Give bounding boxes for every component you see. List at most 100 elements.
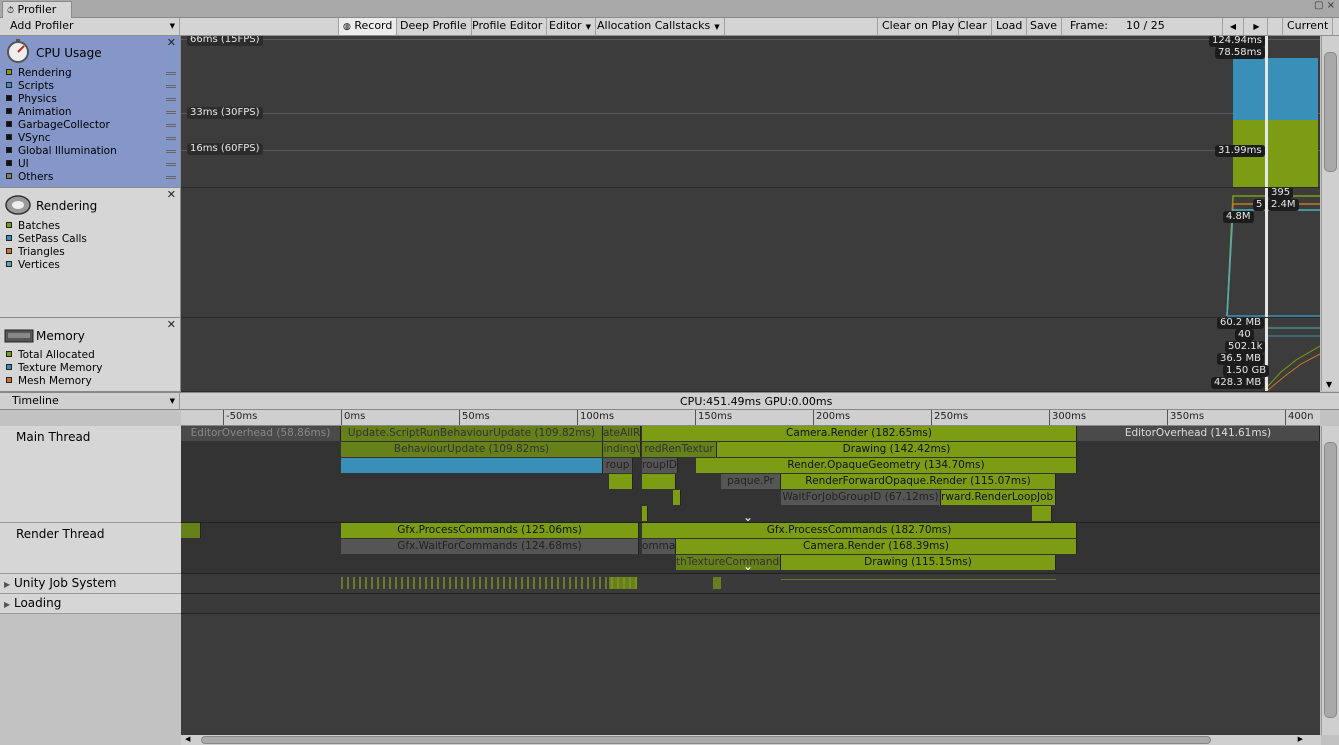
close-icon[interactable]: ✕ xyxy=(167,188,176,201)
loading-timeline[interactable] xyxy=(181,594,1320,614)
drag-handle-icon[interactable] xyxy=(166,98,176,101)
legend-item[interactable]: Others xyxy=(6,171,176,184)
sample-bar[interactable]: roupID xyxy=(642,458,678,473)
prev-frame-button[interactable]: ◀ xyxy=(1222,18,1244,35)
drag-handle-icon[interactable] xyxy=(166,111,176,114)
sample-bar[interactable]: Render.OpaqueGeometry (134.70ms) xyxy=(696,458,1077,473)
scrollbar-thumb[interactable] xyxy=(1324,52,1337,172)
lane-loading[interactable]: ▶ Loading xyxy=(0,594,181,614)
sample-bar[interactable]: RenderForwardOpaque.Render (115.07ms) xyxy=(781,474,1056,489)
sample-bar[interactable]: Camera.Render (168.39ms) xyxy=(676,539,1077,554)
scrollbar-thumb[interactable] xyxy=(1324,442,1337,718)
sample-bar[interactable]: EditorOverhead (141.61ms) xyxy=(1077,426,1320,441)
memory-pane[interactable]: Memory ✕ Total Allocated Texture Memory Me… xyxy=(0,318,181,392)
scrollbar-thumb[interactable] xyxy=(201,736,1211,744)
legend-item[interactable]: Animation xyxy=(6,106,176,119)
load-button[interactable]: Load xyxy=(992,18,1028,35)
legend-item[interactable]: GarbageCollector xyxy=(6,119,176,132)
sample-bar[interactable]: Gfx.WaitForCommands (124.68ms) xyxy=(341,539,639,554)
clear-on-play-button[interactable]: Clear on Play xyxy=(877,18,960,35)
editor-dropdown[interactable]: Editor ▼ xyxy=(545,18,596,35)
save-button[interactable]: Save xyxy=(1026,18,1063,35)
close-icon[interactable]: ✕ xyxy=(167,318,176,331)
memory-graph[interactable]: 60.2 MB 40 502.1k 36.5 MB 1.50 GB 428.3 … xyxy=(181,318,1320,392)
current-frame-button[interactable]: Current xyxy=(1282,18,1334,35)
sample-bar[interactable]: Camera.Render (182.65ms) xyxy=(642,426,1077,441)
legend-item[interactable]: SetPass Calls xyxy=(6,233,176,246)
chevron-down-icon[interactable]: ⌄ xyxy=(743,510,753,522)
legend-item[interactable]: Rendering xyxy=(6,67,176,80)
sample-bar[interactable] xyxy=(673,490,681,505)
lane-main-thread[interactable]: Main Thread xyxy=(0,426,181,523)
sample-bar[interactable]: Drawing (115.15ms) xyxy=(781,555,1056,570)
legend-item[interactable]: Triangles xyxy=(6,246,176,259)
legend-item[interactable]: Vertices xyxy=(6,259,176,272)
deep-profile-button[interactable]: Deep Profile xyxy=(396,18,472,35)
legend-item[interactable]: Batches xyxy=(6,220,176,233)
sample-bar[interactable]: EditorOverhead (58.86ms) xyxy=(181,426,341,441)
sample-bar[interactable] xyxy=(642,474,676,489)
window-controls[interactable]: ▢ × xyxy=(1314,0,1335,11)
drag-handle-icon[interactable] xyxy=(166,124,176,127)
sample-bar[interactable] xyxy=(1032,506,1052,521)
legend-item[interactable]: Global Illumination xyxy=(6,145,176,158)
add-profiler-dropdown[interactable]: Add Profiler ▼ xyxy=(6,18,180,35)
sample-bar[interactable]: redRenTextur xyxy=(642,442,717,457)
drag-handle-icon[interactable] xyxy=(166,176,176,179)
sample-bar[interactable]: Drawing (142.42ms) xyxy=(717,442,1077,457)
sample-bar[interactable]: Update.ScriptRunBehaviourUpdate (109.82m… xyxy=(341,426,603,441)
cpu-usage-pane[interactable]: CPU Usage ✕ Rendering Scripts Physics Anima… xyxy=(0,36,181,188)
profile-editor-button[interactable]: Profile Editor xyxy=(468,18,548,35)
drag-handle-icon[interactable] xyxy=(166,72,176,75)
legend-item[interactable]: VSync xyxy=(6,132,176,145)
sample-bar-scripts[interactable] xyxy=(341,458,603,473)
time-ruler[interactable]: -50ms 0ms 50ms 100ms 150ms 200ms 250ms 300ms 350… xyxy=(181,410,1320,426)
graph-scrollbar[interactable]: ▼ xyxy=(1321,36,1339,391)
legend-item[interactable]: Scripts xyxy=(6,80,176,93)
sample-bar[interactable]: BehaviourUpdate (109.82ms) xyxy=(341,442,603,457)
sample-bar[interactable]: omman xyxy=(642,539,676,554)
legend-item[interactable]: Mesh Memory xyxy=(6,375,176,388)
drag-handle-icon[interactable] xyxy=(166,163,176,166)
lane-render-thread[interactable]: Render Thread xyxy=(0,523,181,574)
job-system-timeline[interactable] xyxy=(181,574,1320,594)
arrow-right-icon[interactable]: ▶ xyxy=(1298,735,1303,743)
legend-item[interactable]: Texture Memory xyxy=(6,362,176,375)
sample-bar[interactable]: Gfx.ProcessCommands (125.06ms) xyxy=(341,523,639,538)
sample-bar[interactable] xyxy=(609,474,633,489)
cpu-usage-graph[interactable]: 66ms (15FPS) 33ms (30FPS) 16ms (60FPS) 1… xyxy=(181,36,1320,188)
rendering-graph[interactable]: 395 5 2.4M 4.8M xyxy=(181,188,1320,318)
lane-unity-job-system[interactable]: ▶ Unity Job System xyxy=(0,574,181,594)
sample-bar[interactable]: ateAllR xyxy=(603,426,641,441)
sample-bar[interactable]: rward.RenderLoopJob (4 xyxy=(941,490,1056,505)
close-icon[interactable]: ✕ xyxy=(167,36,176,49)
horizontal-scrollbar[interactable]: ◀ ▶ xyxy=(181,735,1321,745)
chevron-down-icon[interactable]: ⌄ xyxy=(743,559,753,573)
allocation-callstacks-dropdown[interactable]: Allocation Callstacks ▼ xyxy=(593,18,725,35)
clear-button[interactable]: Clear xyxy=(954,18,992,35)
drag-handle-icon[interactable] xyxy=(166,85,176,88)
timeline-scrollbar[interactable] xyxy=(1321,426,1339,735)
view-mode-dropdown[interactable]: Timeline ▼ xyxy=(4,393,180,410)
sample-bar[interactable]: thTextureCommands xyxy=(676,555,781,570)
next-frame-button[interactable]: ▶ xyxy=(1246,18,1268,35)
sample-bar[interactable]: roup xyxy=(603,458,633,473)
drag-handle-icon[interactable] xyxy=(166,150,176,153)
arrow-left-icon[interactable]: ◀ xyxy=(185,735,190,743)
tab-profiler[interactable]: ⏱ Profiler xyxy=(2,1,72,18)
legend-item[interactable]: UI xyxy=(6,158,176,171)
sample-bar[interactable]: paque.Pr xyxy=(721,474,781,489)
legend-item[interactable]: Total Allocated xyxy=(6,349,176,362)
rendering-pane[interactable]: Rendering ✕ Batches SetPass Calls Triangle… xyxy=(0,188,181,318)
arrow-down-icon[interactable]: ▼ xyxy=(1326,380,1332,389)
legend-item[interactable]: Physics xyxy=(6,93,176,106)
render-thread-timeline[interactable]: Gfx.ProcessCommands (125.06ms) Gfx.Proce… xyxy=(181,523,1320,574)
sample-bar[interactable] xyxy=(181,523,201,538)
sample-bar[interactable]: WaitForJobGroupID (67.12ms) xyxy=(781,490,941,505)
sample-bar[interactable] xyxy=(642,506,648,521)
record-button[interactable]: ◍ Record xyxy=(338,18,398,35)
main-thread-timeline[interactable]: EditorOverhead (58.86ms) Update.ScriptRu… xyxy=(181,426,1320,523)
drag-handle-icon[interactable] xyxy=(166,137,176,140)
sample-bar[interactable]: Gfx.ProcessCommands (182.70ms) xyxy=(642,523,1077,538)
sample-bar[interactable]: inding\ xyxy=(603,442,641,457)
